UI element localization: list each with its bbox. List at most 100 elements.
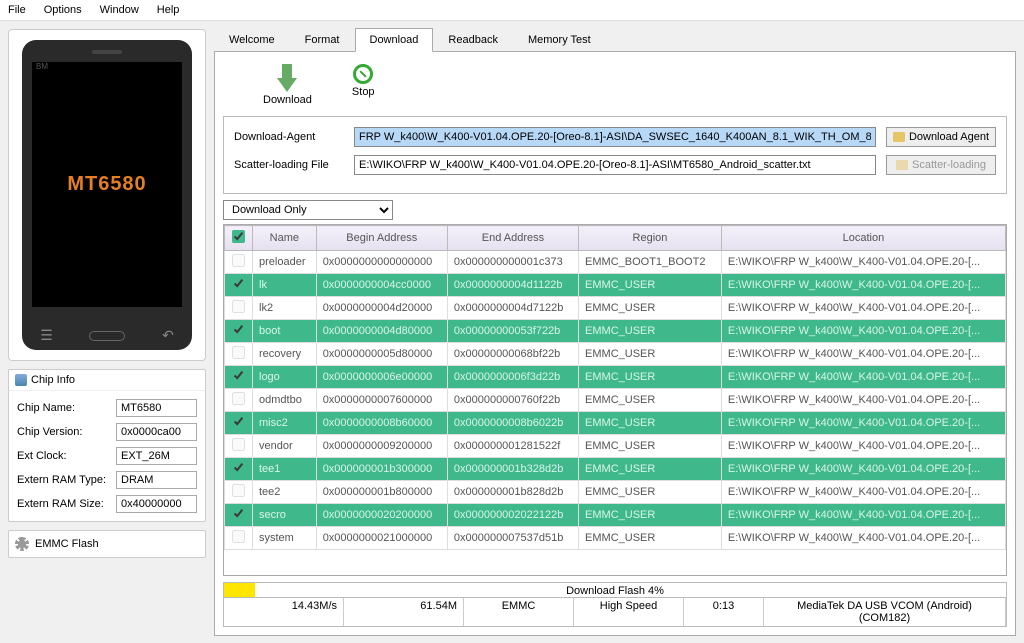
cell-begin: 0x0000000004d20000	[316, 297, 447, 320]
menubar: File Options Window Help	[0, 0, 1024, 21]
download-mode-select[interactable]: Download Only	[223, 200, 393, 220]
stop-label: Stop	[352, 86, 375, 98]
menu-window[interactable]: Window	[100, 4, 139, 16]
download-agent-label: Download-Agent	[234, 131, 344, 143]
back-key-icon: ↶	[162, 327, 174, 344]
download-agent-button[interactable]: Download Agent	[886, 127, 996, 147]
table-row[interactable]: recovery0x0000000005d800000x00000000068b…	[225, 343, 1006, 366]
row-checkbox[interactable]	[232, 484, 245, 497]
menu-help[interactable]: Help	[157, 4, 180, 16]
tab-format[interactable]: Format	[290, 28, 355, 52]
ram-size-field[interactable]	[116, 495, 197, 513]
download-label: Download	[263, 94, 312, 106]
cell-region: EMMC_BOOT1_BOOT2	[579, 251, 722, 274]
cell-name: lk	[253, 274, 317, 297]
tab-memory-test[interactable]: Memory Test	[513, 28, 606, 52]
cell-begin: 0x0000000000000000	[316, 251, 447, 274]
row-checkbox[interactable]	[232, 323, 245, 336]
cell-end: 0x000000001b828d2b	[447, 481, 578, 504]
tab-download[interactable]: Download	[355, 28, 434, 52]
cell-location: E:\WIKO\FRP W_k400\W_K400-V01.04.OPE.20-…	[721, 366, 1005, 389]
table-row[interactable]: system0x00000000210000000x000000007537d5…	[225, 527, 1006, 550]
table-row[interactable]: lk0x0000000004cc00000x0000000004d1122bEM…	[225, 274, 1006, 297]
cell-end: 0x0000000004d7122b	[447, 297, 578, 320]
table-row[interactable]: odmdtbo0x00000000076000000x000000000760f…	[225, 389, 1006, 412]
cell-end: 0x00000000053f722b	[447, 320, 578, 343]
cell-region: EMMC_USER	[579, 297, 722, 320]
ram-type-label: Extern RAM Type:	[17, 474, 112, 486]
row-checkbox[interactable]	[232, 392, 245, 405]
table-row[interactable]: logo0x0000000006e000000x0000000006f3d22b…	[225, 366, 1006, 389]
table-row[interactable]: tee10x000000001b3000000x000000001b328d2b…	[225, 458, 1006, 481]
row-checkbox[interactable]	[232, 254, 245, 267]
cell-region: EMMC_USER	[579, 527, 722, 550]
col-region[interactable]: Region	[579, 226, 722, 251]
table-row[interactable]: vendor0x00000000092000000x00000000128152…	[225, 435, 1006, 458]
row-checkbox[interactable]	[232, 300, 245, 313]
download-agent-field[interactable]	[354, 127, 876, 147]
cell-begin: 0x0000000006e00000	[316, 366, 447, 389]
right-panel: Welcome Format Download Readback Memory …	[214, 21, 1024, 636]
chip-info-title: Chip Info	[31, 374, 75, 386]
col-location[interactable]: Location	[721, 226, 1005, 251]
table-row[interactable]: secro0x00000000202000000x000000002022122…	[225, 504, 1006, 527]
toolbar: Download Stop	[223, 60, 1007, 116]
status-port: MediaTek DA USB VCOM (Android) (COM182)	[764, 598, 1006, 626]
progress-bar: Download Flash 4%	[223, 582, 1007, 598]
cell-region: EMMC_USER	[579, 435, 722, 458]
cell-begin: 0x0000000008b60000	[316, 412, 447, 435]
cell-name: misc2	[253, 412, 317, 435]
partition-table: Name Begin Address End Address Region Lo…	[223, 224, 1007, 576]
cell-name: lk2	[253, 297, 317, 320]
table-row[interactable]: preloader0x00000000000000000x00000000000…	[225, 251, 1006, 274]
row-checkbox[interactable]	[232, 415, 245, 428]
table-row[interactable]: boot0x0000000004d800000x00000000053f722b…	[225, 320, 1006, 343]
col-name[interactable]: Name	[253, 226, 317, 251]
chip-version-field[interactable]	[116, 423, 197, 441]
select-all-checkbox[interactable]	[232, 230, 245, 243]
left-panel: BM MT6580 ☰ ↶ Chip Info Chip Name: Chip …	[0, 21, 214, 636]
folder-icon	[893, 132, 905, 142]
col-begin[interactable]: Begin Address	[316, 226, 447, 251]
table-row[interactable]: tee20x000000001b8000000x000000001b828d2b…	[225, 481, 1006, 504]
col-end[interactable]: End Address	[447, 226, 578, 251]
status-mode: High Speed	[574, 598, 684, 626]
stop-button[interactable]: Stop	[352, 64, 375, 106]
cell-location: E:\WIKO\FRP W_k400\W_K400-V01.04.OPE.20-…	[721, 527, 1005, 550]
table-row[interactable]: misc20x0000000008b600000x0000000008b6022…	[225, 412, 1006, 435]
row-checkbox[interactable]	[232, 369, 245, 382]
cell-region: EMMC_USER	[579, 366, 722, 389]
cell-location: E:\WIKO\FRP W_k400\W_K400-V01.04.OPE.20-…	[721, 458, 1005, 481]
cell-name: system	[253, 527, 317, 550]
cell-end: 0x000000001b328d2b	[447, 458, 578, 481]
tab-readback[interactable]: Readback	[433, 28, 513, 52]
row-checkbox[interactable]	[232, 346, 245, 359]
chip-name-field[interactable]	[116, 399, 197, 417]
cell-begin: 0x0000000004cc0000	[316, 274, 447, 297]
tabstrip: Welcome Format Download Readback Memory …	[214, 27, 1016, 52]
menu-key-icon: ☰	[40, 327, 53, 344]
ram-type-field[interactable]	[116, 471, 197, 489]
ext-clock-field[interactable]	[116, 447, 197, 465]
chip-name-label: Chip Name:	[17, 402, 112, 414]
menu-options[interactable]: Options	[44, 4, 82, 16]
download-button[interactable]: Download	[263, 64, 312, 106]
cell-end: 0x000000000001c373	[447, 251, 578, 274]
table-row[interactable]: lk20x0000000004d200000x0000000004d7122bE…	[225, 297, 1006, 320]
cell-end: 0x000000001281522f	[447, 435, 578, 458]
cell-region: EMMC_USER	[579, 343, 722, 366]
progress-text: Download Flash 4%	[224, 583, 1006, 599]
row-checkbox[interactable]	[232, 438, 245, 451]
scatter-file-field[interactable]	[354, 155, 876, 175]
cell-region: EMMC_USER	[579, 504, 722, 527]
row-checkbox[interactable]	[232, 277, 245, 290]
row-checkbox[interactable]	[232, 461, 245, 474]
scatter-file-label: Scatter-loading File	[234, 159, 344, 171]
status-time: 0:13	[684, 598, 764, 626]
row-checkbox[interactable]	[232, 507, 245, 520]
cell-name: preloader	[253, 251, 317, 274]
menu-file[interactable]: File	[8, 4, 26, 16]
scatter-loading-button[interactable]: Scatter-loading	[886, 155, 996, 175]
row-checkbox[interactable]	[232, 530, 245, 543]
tab-welcome[interactable]: Welcome	[214, 28, 290, 52]
